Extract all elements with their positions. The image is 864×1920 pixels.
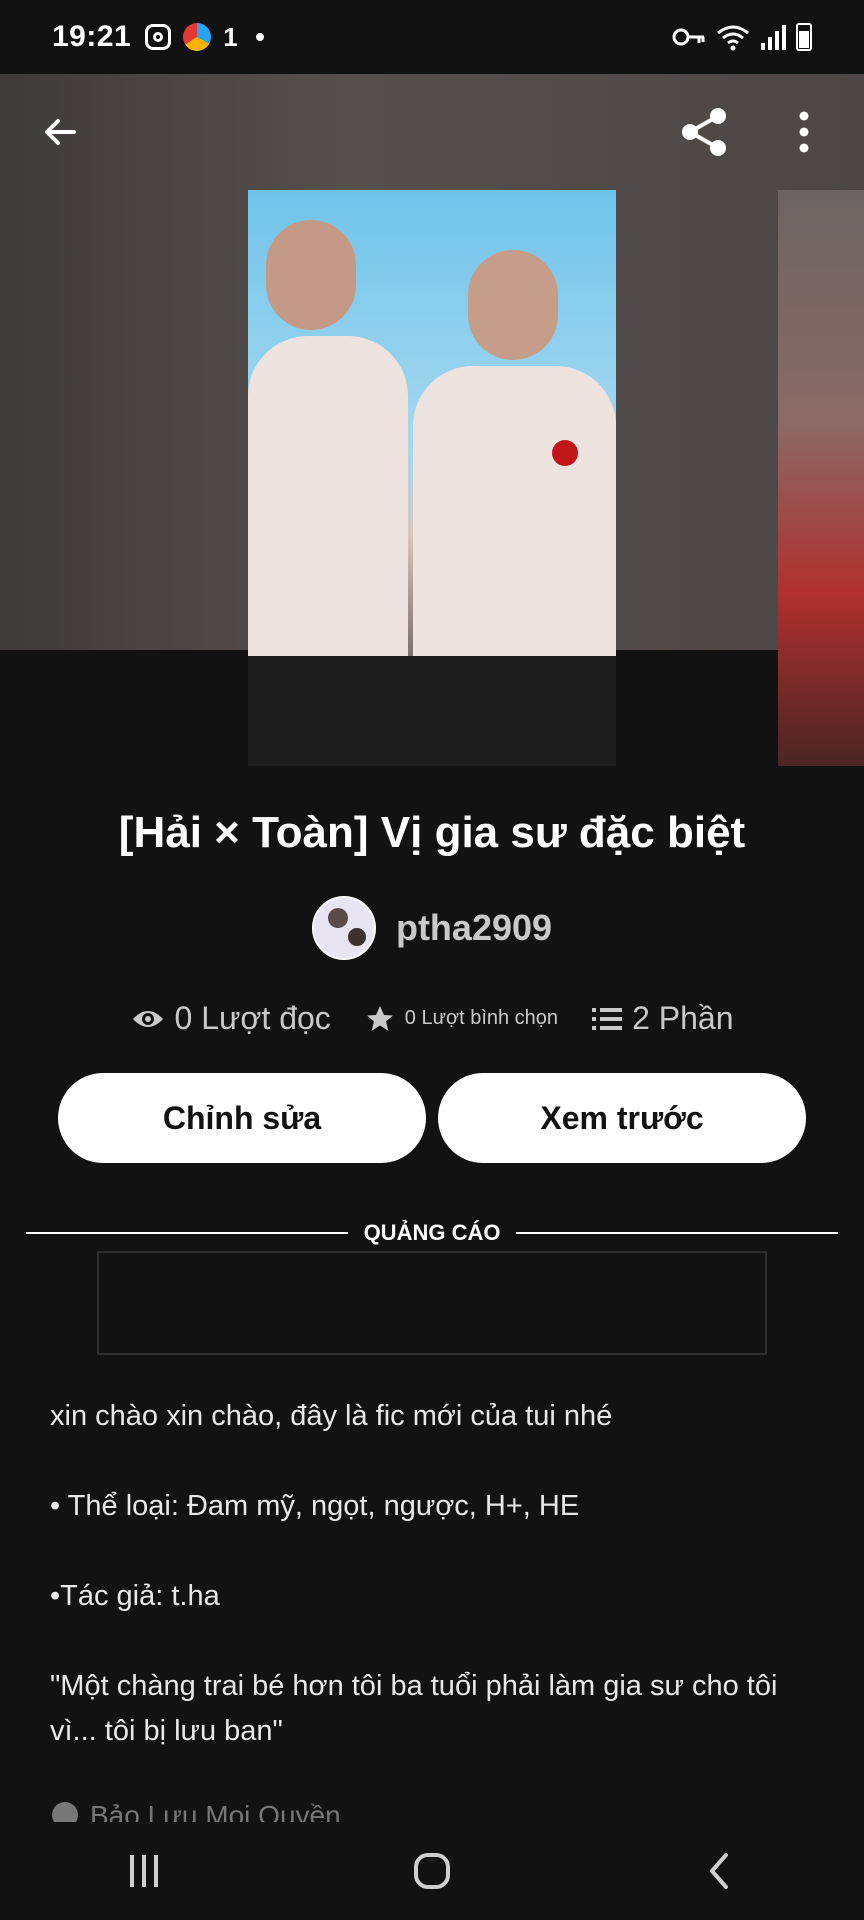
instagram-icon bbox=[145, 24, 172, 50]
signal-icon bbox=[761, 25, 786, 50]
action-buttons: Chỉnh sửa Xem trước bbox=[58, 1073, 806, 1163]
back-arrow-icon bbox=[45, 118, 76, 145]
author-name[interactable]: ptha2909 bbox=[396, 907, 552, 949]
copyright-icon bbox=[52, 1802, 78, 1822]
key-icon bbox=[672, 28, 705, 46]
more-options-button[interactable] bbox=[774, 102, 834, 162]
next-story-cover-image[interactable] bbox=[778, 190, 864, 766]
copyright-row: Bảo Lưu Mọi Quyền bbox=[50, 1800, 341, 1822]
copyright-text: Bảo Lưu Mọi Quyền bbox=[90, 1800, 341, 1822]
home-icon bbox=[414, 1853, 450, 1889]
cover-head-right bbox=[468, 250, 558, 360]
share-icon bbox=[682, 107, 726, 156]
votes-count: 0 Lượt bình chọn bbox=[404, 1007, 559, 1029]
status-bar: 19:21 1 bbox=[0, 0, 864, 74]
cover-head-left bbox=[266, 220, 356, 330]
description-line: "Một chàng trai bé hơn tôi ba tuổi phải … bbox=[50, 1670, 778, 1747]
ad-line-left bbox=[26, 1232, 348, 1234]
description-line: • Thể loại: Đam mỹ, ngọt, ngược, H+, HE bbox=[50, 1490, 580, 1522]
preview-button[interactable]: Xem trước bbox=[438, 1073, 806, 1163]
author-avatar[interactable] bbox=[311, 896, 376, 960]
list-icon bbox=[592, 1007, 623, 1030]
edit-button[interactable]: Chỉnh sửa bbox=[58, 1073, 426, 1163]
back-button[interactable] bbox=[30, 102, 90, 162]
wifi-icon bbox=[717, 25, 749, 51]
ad-label: QUẢNG CÁO bbox=[363, 1220, 501, 1245]
parts-count: 2 Phần bbox=[632, 1000, 734, 1036]
star-icon bbox=[366, 1005, 393, 1031]
system-nav-bar bbox=[0, 1822, 864, 1920]
back-nav-button[interactable] bbox=[680, 1841, 760, 1901]
home-button[interactable] bbox=[392, 1841, 472, 1901]
votes-stat: 0 Lượt bình chọn bbox=[365, 1004, 558, 1034]
status-system-icons bbox=[672, 23, 812, 51]
reads-count: 0 Lượt đọc bbox=[174, 1000, 331, 1036]
story-cover-image[interactable] bbox=[248, 190, 616, 766]
parts-stat: 2 Phần bbox=[592, 1000, 733, 1037]
description-line: •Tác giả: t.ha bbox=[50, 1580, 220, 1612]
battery-icon bbox=[796, 23, 812, 51]
dot-icon bbox=[255, 33, 264, 41]
app-icon bbox=[183, 23, 212, 51]
ad-slot[interactable] bbox=[97, 1251, 767, 1355]
back-chevron-icon bbox=[710, 1853, 728, 1889]
cover-rose bbox=[552, 440, 578, 466]
description-line: xin chào xin chào, đây là fic mới của tu… bbox=[50, 1400, 613, 1432]
more-vertical-icon bbox=[799, 111, 809, 152]
ad-line-right bbox=[516, 1232, 839, 1234]
story-description: xin chào xin chào, đây là fic mới của tu… bbox=[50, 1394, 820, 1816]
story-stats: 0 Lượt đọc 0 Lượt bình chọn 2 Phần bbox=[0, 1000, 864, 1037]
status-time: 19:21 bbox=[52, 20, 132, 53]
recent-apps-icon bbox=[130, 1855, 158, 1887]
status-notification-icons: 1 bbox=[145, 21, 264, 53]
top-app-bar bbox=[0, 74, 864, 189]
recent-apps-button[interactable] bbox=[104, 1841, 184, 1901]
reads-stat: 0 Lượt đọc bbox=[131, 1000, 331, 1037]
notification-count: 1 bbox=[223, 21, 238, 52]
eye-icon bbox=[132, 1010, 163, 1027]
ad-divider: QUẢNG CÁO bbox=[26, 1218, 839, 1248]
cover-pants bbox=[248, 656, 616, 766]
author-row[interactable]: ptha2909 bbox=[0, 896, 864, 960]
share-button[interactable] bbox=[674, 102, 734, 162]
story-title: [Hải × Toàn] Vị gia sư đặc biệt bbox=[118, 808, 746, 857]
